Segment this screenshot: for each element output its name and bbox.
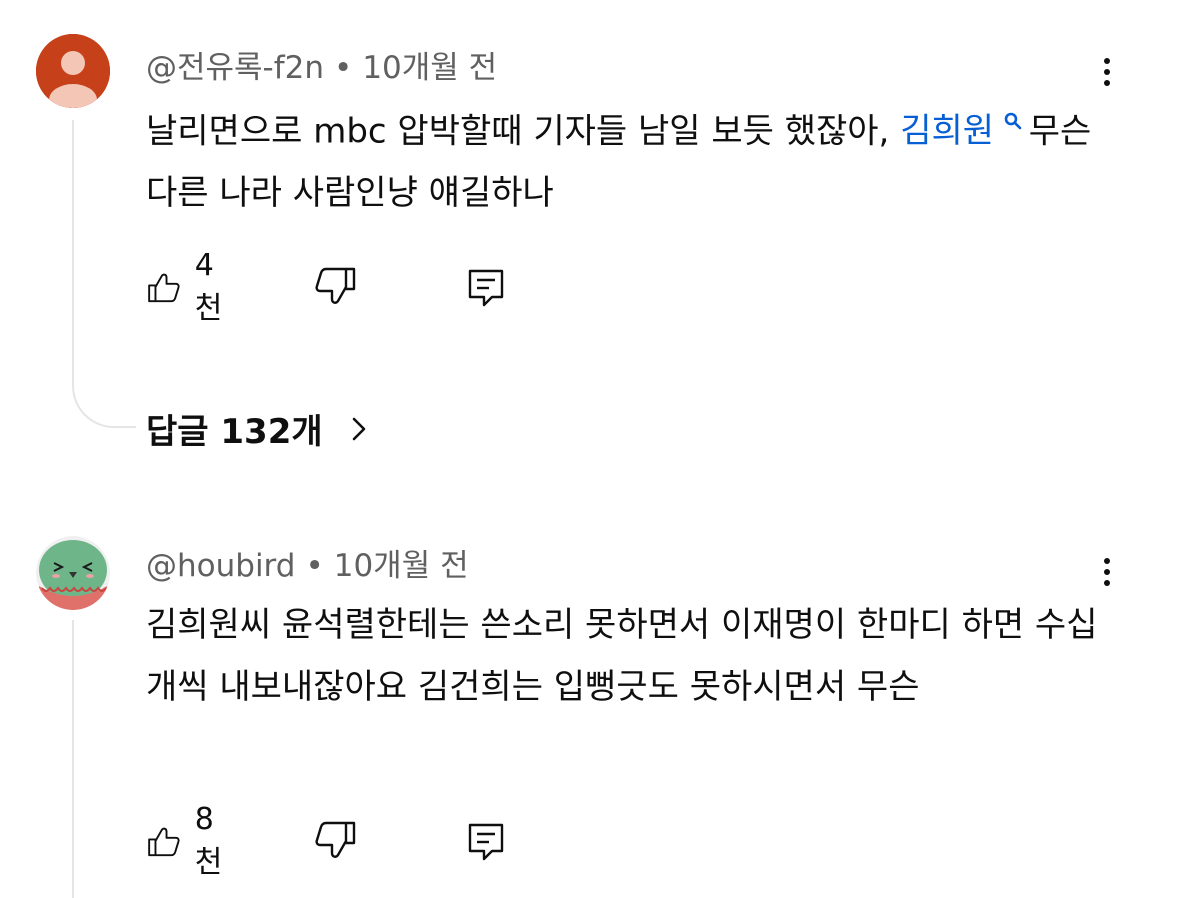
like-count: 8천 bbox=[194, 801, 223, 880]
reply-comment-icon bbox=[468, 269, 504, 307]
avatar[interactable] bbox=[36, 536, 110, 610]
reply-comment-icon bbox=[468, 823, 504, 861]
thumbs-up-icon bbox=[148, 827, 180, 857]
comment-2: @houbird • 10개월 전 김희원씨 윤석렬한테는 쓴소리 못하면서 이재명… bbox=[0, 520, 1179, 898]
thread-line bbox=[72, 620, 74, 898]
author-name[interactable]: @전유록-f2n bbox=[146, 50, 324, 86]
replies-label: 답글 132개 bbox=[146, 412, 323, 452]
thumbs-down-icon bbox=[315, 821, 356, 858]
meta-separator: • bbox=[305, 548, 324, 584]
more-vert-icon[interactable] bbox=[1094, 54, 1120, 94]
comment-meta: @전유록-f2n • 10개월 전 bbox=[146, 42, 497, 87]
comment-text: 김희원씨 윤석렬한테는 쓴소리 못하면서 이재명이 한마디 하면 수십개씩 내보… bbox=[146, 605, 1098, 707]
comment-1: @전유록-f2n • 10개월 전 날리면으로 mbc 압박할때 기자들 남일 보듯… bbox=[0, 0, 1179, 470]
green-bird-avatar-icon bbox=[36, 536, 110, 610]
view-replies-button[interactable]: 답글 132개 bbox=[146, 404, 373, 453]
avatar[interactable] bbox=[36, 34, 110, 108]
more-vert-icon[interactable] bbox=[1094, 554, 1120, 594]
mention-link[interactable]: 김희원 bbox=[900, 111, 1029, 151]
comment-meta: @houbird • 10개월 전 bbox=[146, 540, 469, 585]
chevron-right-icon bbox=[352, 417, 365, 440]
default-person-avatar-icon bbox=[36, 34, 110, 108]
like-button[interactable]: 4천 bbox=[146, 248, 232, 326]
thumbs-up-icon bbox=[148, 273, 180, 303]
author-name[interactable]: @houbird bbox=[146, 548, 295, 584]
like-count: 4천 bbox=[194, 247, 223, 326]
dislike-button[interactable] bbox=[314, 816, 358, 866]
thread-connector bbox=[72, 366, 136, 428]
comment-text-before: 날리면으로 mbc 압박할때 기자들 남일 보듯 했잖아, bbox=[146, 111, 901, 152]
mention-text: 김희원 bbox=[900, 111, 995, 152]
reply-button[interactable] bbox=[464, 262, 508, 312]
search-icon bbox=[998, 111, 1029, 135]
comment-text: 날리면으로 mbc 압박할때 기자들 남일 보듯 했잖아, 김희원 무슨 다른 … bbox=[146, 92, 1106, 224]
dislike-button[interactable] bbox=[314, 262, 358, 312]
meta-separator: • bbox=[334, 50, 353, 86]
comment-time[interactable]: 10개월 전 bbox=[334, 548, 469, 584]
like-button[interactable]: 8천 bbox=[146, 802, 232, 880]
thumbs-down-icon bbox=[315, 267, 356, 304]
reply-button[interactable] bbox=[464, 816, 508, 866]
comment-time[interactable]: 10개월 전 bbox=[362, 50, 497, 86]
thread-line bbox=[72, 120, 74, 370]
